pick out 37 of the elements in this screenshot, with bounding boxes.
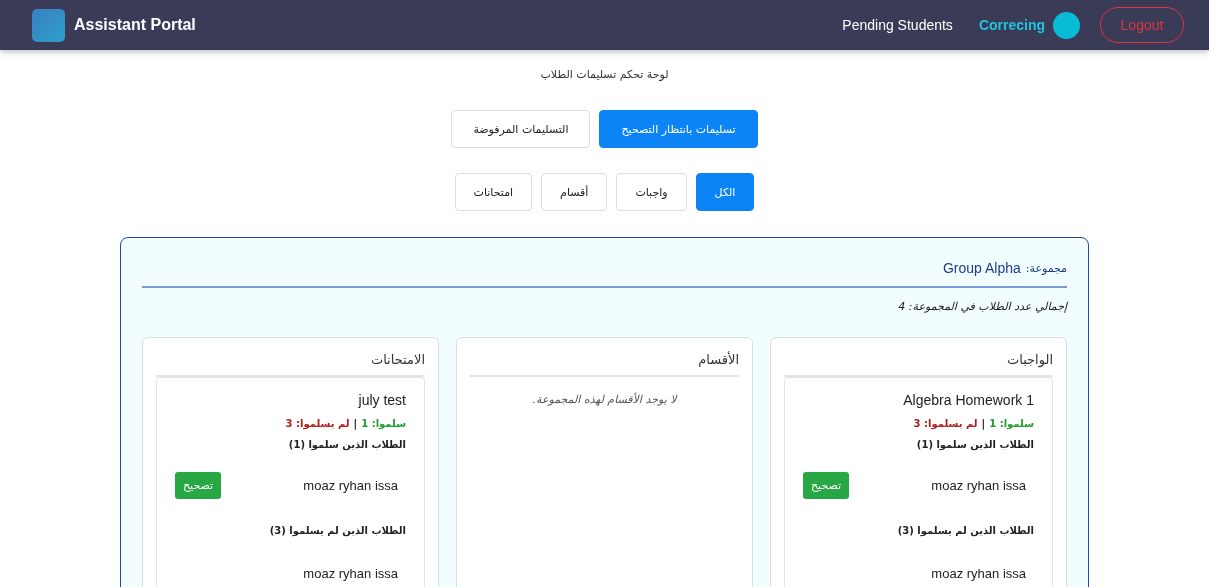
assignment-title: Algebra Homework 1 bbox=[902, 392, 1034, 408]
student-name: moaz ryhan issa bbox=[931, 566, 1026, 581]
logo-icon bbox=[32, 8, 65, 42]
group-name: Group Alpha bbox=[942, 260, 1021, 276]
filter-tab[interactable]: أقسام bbox=[541, 173, 608, 211]
submitted-heading: الطلاب الذين سلموا (1) bbox=[287, 439, 406, 450]
submitted-heading: الطلاب الذين سلموا (1) bbox=[915, 439, 1034, 450]
filter-tab[interactable]: الكل bbox=[695, 173, 755, 211]
not-submitted-heading: الطلاب الذين لم يسلموا (3) bbox=[896, 525, 1034, 536]
not-submitted-count: لم يسلموا: 3 bbox=[285, 418, 350, 429]
not-submitted-heading: الطلاب الذين لم يسلموا (3) bbox=[268, 525, 406, 536]
separator: | bbox=[353, 418, 358, 429]
grade-button[interactable]: تصحيح bbox=[803, 472, 850, 499]
panel-title: الأقسام bbox=[470, 350, 739, 377]
submitted-count: سلموا: 1 bbox=[361, 418, 406, 429]
filter-tab[interactable]: واجبات bbox=[616, 173, 687, 211]
student-name: moaz ryhan issa bbox=[931, 478, 1026, 493]
panel-title: الواجبات bbox=[784, 350, 1053, 377]
separator: | bbox=[981, 418, 986, 429]
brand-name: Assistant Portal bbox=[74, 16, 196, 34]
student-name: moaz ryhan issa bbox=[303, 478, 398, 493]
group-label: مجموعة: bbox=[1025, 261, 1067, 275]
nav-link[interactable]: Pending Students bbox=[842, 17, 953, 33]
status-tab[interactable]: تسليمات بانتظار التصحيح bbox=[599, 110, 758, 148]
filter-tab[interactable]: امتحانات bbox=[454, 173, 533, 211]
nav-link[interactable]: Correcing bbox=[978, 17, 1045, 33]
assignment-title: july test bbox=[357, 392, 406, 408]
submitted-count: سلموا: 1 bbox=[989, 418, 1034, 429]
avatar-icon[interactable] bbox=[1053, 11, 1080, 39]
empty-message: لا يوجد الأقسام لهذه المجموعة. bbox=[531, 393, 679, 406]
grade-button[interactable]: تصحيح bbox=[175, 472, 222, 499]
status-tab[interactable]: التسليمات المرفوضة bbox=[451, 110, 591, 148]
page-title: لوحة تحكم تسليمات الطلاب bbox=[540, 68, 669, 81]
student-name: moaz ryhan issa bbox=[303, 566, 398, 581]
total-students: إجمالي عدد الطلاب في المجموعة: 4 bbox=[897, 300, 1067, 313]
not-submitted-count: لم يسلموا: 3 bbox=[913, 418, 978, 429]
panel-title: الامتحانات bbox=[156, 350, 425, 377]
